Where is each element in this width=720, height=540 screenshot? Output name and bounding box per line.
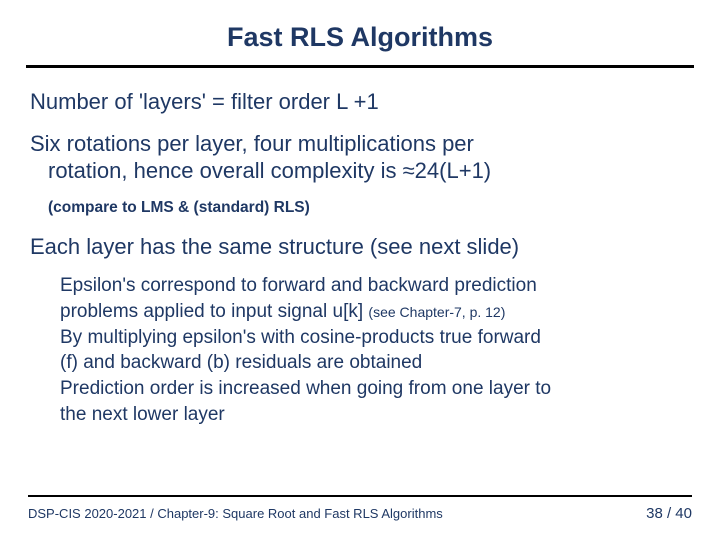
complexity-block: Six rotations per layer, four multiplica… — [30, 130, 690, 185]
compare-note: (compare to LMS & (standard) RLS) — [48, 199, 690, 217]
footer-row: DSP-CIS 2020-2021 / Chapter-9: Square Ro… — [28, 505, 692, 522]
detail-6: the next lower layer — [60, 403, 690, 427]
complexity-line-1: Six rotations per layer, four multiplica… — [30, 131, 474, 156]
page-number: 38 / 40 — [646, 505, 692, 522]
detail-2a: problems applied to input signal u[k] — [60, 301, 368, 322]
title-rule — [26, 65, 694, 68]
structure-line: Each layer has the same structure (see n… — [30, 233, 690, 261]
footer: DSP-CIS 2020-2021 / Chapter-9: Square Ro… — [0, 495, 720, 522]
detail-1: Epsilon's correspond to forward and back… — [60, 274, 690, 298]
slide: Fast RLS Algorithms Number of 'layers' =… — [0, 0, 720, 540]
detail-2b: (see Chapter-7, p. 12) — [368, 304, 505, 320]
slide-title: Fast RLS Algorithms — [30, 22, 690, 53]
detail-3: By multiplying epsilon's with cosine-pro… — [60, 326, 690, 350]
layers-line: Number of 'layers' = filter order L +1 — [30, 88, 690, 116]
complexity-line-2: rotation, hence overall complexity is ≈2… — [30, 158, 491, 183]
footer-rule — [28, 495, 692, 497]
footer-left: DSP-CIS 2020-2021 / Chapter-9: Square Ro… — [28, 506, 443, 521]
detail-4: (f) and backward (b) residuals are obtai… — [60, 351, 690, 375]
detail-5: Prediction order is increased when going… — [60, 377, 690, 401]
detail-2: problems applied to input signal u[k] (s… — [60, 300, 690, 324]
